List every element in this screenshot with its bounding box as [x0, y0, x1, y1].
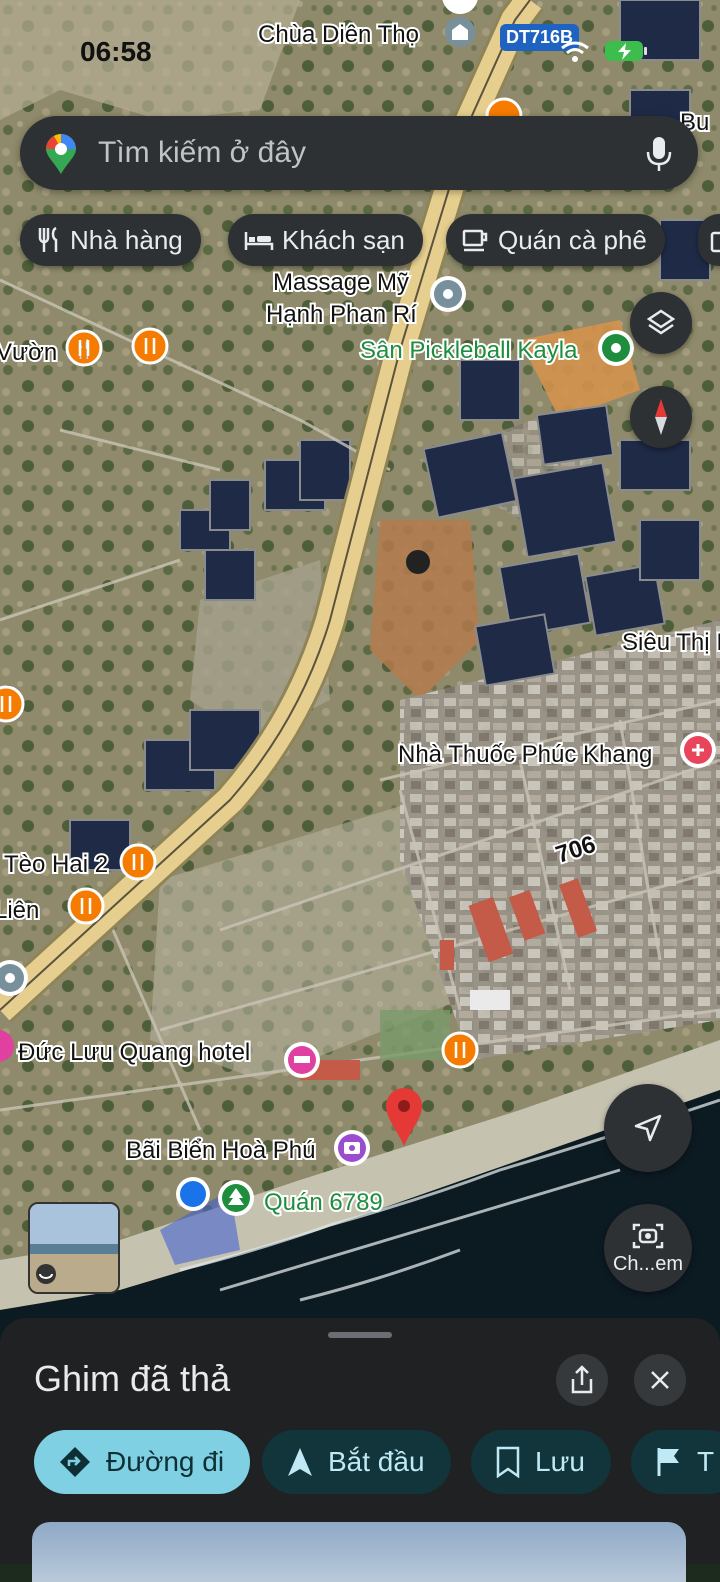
- lens-search-button[interactable]: Ch...em: [604, 1204, 692, 1292]
- place-label-massage-2[interactable]: Hạnh Phan Rí: [264, 299, 419, 330]
- place-label-sieu-thi[interactable]: Siêu Thị I: [620, 627, 720, 658]
- start-button[interactable]: Bắt đầu: [262, 1430, 451, 1494]
- coffee-cup-icon: [462, 229, 488, 252]
- start-label: Bắt đầu: [328, 1446, 425, 1477]
- share-button[interactable]: [556, 1354, 608, 1406]
- category-chips: Nhà hàng Khách sạn Quán cà phê: [20, 214, 720, 266]
- place-label-pickleball[interactable]: Sân Pickleball Kayla: [358, 335, 580, 366]
- save-label: Lưu: [535, 1446, 585, 1477]
- share-icon: [571, 1365, 593, 1394]
- park-marker-icon[interactable]: [218, 1180, 254, 1216]
- hotel-marker-icon[interactable]: [284, 1042, 320, 1078]
- compass-icon: [655, 399, 667, 435]
- chip-more[interactable]: [698, 214, 720, 266]
- sports-marker-icon[interactable]: [598, 330, 634, 366]
- svg-text:🍴: 🍴: [73, 338, 95, 360]
- place-photo-preview[interactable]: [32, 1522, 686, 1582]
- search-bar[interactable]: Tìm kiếm ở đây: [20, 116, 698, 190]
- chip-hotels[interactable]: Khách sạn: [228, 214, 423, 266]
- chip-cafes-label: Quán cà phê: [498, 224, 647, 255]
- navigation-arrow-icon: [288, 1448, 312, 1476]
- place-label-quan-6789[interactable]: Quán 6789: [262, 1187, 385, 1218]
- navigation-arrow-icon: [634, 1114, 662, 1142]
- my-location-button[interactable]: [604, 1084, 692, 1172]
- battery-charging-icon: [605, 41, 647, 61]
- pharmacy-marker-icon[interactable]: [680, 732, 716, 768]
- sheet-title: Ghim đã thả: [34, 1358, 231, 1399]
- compass-button[interactable]: [630, 386, 692, 448]
- search-placeholder[interactable]: Tìm kiếm ở đây: [98, 136, 306, 170]
- current-location-icon: [176, 1177, 210, 1211]
- flag-icon: [657, 1448, 679, 1476]
- place-label-vuon[interactable]: Vườn: [0, 337, 59, 368]
- bed-icon: [244, 232, 274, 250]
- label-button[interactable]: T: [631, 1430, 720, 1494]
- google-maps-logo-icon: [46, 134, 76, 174]
- save-button[interactable]: Lưu: [471, 1430, 611, 1494]
- microphone-icon[interactable]: [646, 136, 672, 172]
- photo-spot-marker-icon[interactable]: [334, 1130, 370, 1166]
- wifi-icon: [561, 41, 589, 62]
- camera-lens-icon: [632, 1223, 664, 1248]
- close-icon: [651, 1371, 669, 1389]
- status-bar: 06:58 DT716B: [0, 24, 720, 80]
- directions-icon: [60, 1447, 90, 1477]
- sheet-drag-handle[interactable]: [328, 1332, 392, 1338]
- spa-marker-icon[interactable]: [430, 276, 466, 312]
- label-button-label: T: [697, 1446, 715, 1477]
- status-time: 06:58: [80, 36, 152, 67]
- place-label-bai-bien[interactable]: Bãi Biển Hoà Phú: [124, 1135, 317, 1166]
- layers-button[interactable]: [630, 292, 692, 354]
- place-label-duc-luu-hotel[interactable]: Đức Lưu Quang hotel: [16, 1037, 252, 1068]
- chip-cafes[interactable]: Quán cà phê: [446, 214, 665, 266]
- bookmark-icon: [496, 1446, 520, 1478]
- shopping-icon: [710, 231, 720, 253]
- place-label-lien[interactable]: Liên: [0, 895, 41, 926]
- place-label-nha-thuoc[interactable]: Nhà Thuốc Phúc Khang: [396, 739, 654, 770]
- directions-label: Đường đi: [106, 1446, 225, 1477]
- street-view-thumbnail[interactable]: [28, 1202, 120, 1294]
- lens-button-label: Ch...em: [612, 1252, 684, 1275]
- layers-icon: [646, 309, 676, 335]
- street-view-preview-icon: [30, 1204, 118, 1292]
- place-bottom-sheet[interactable]: Ghim đã thả Đường đi Bắt đầu Lưu T: [0, 1318, 720, 1582]
- fork-knife-icon: [38, 226, 58, 252]
- place-label-massage-1[interactable]: Massage Mỹ: [271, 267, 411, 298]
- close-button[interactable]: [634, 1354, 686, 1406]
- place-label-teo-hai[interactable]: Tèo Hai 2: [2, 849, 110, 880]
- chip-hotels-label: Khách sạn: [282, 224, 405, 255]
- directions-button[interactable]: Đường đi: [34, 1430, 251, 1494]
- chip-restaurants-label: Nhà hàng: [70, 224, 183, 255]
- action-buttons-row: Đường đi Bắt đầu Lưu T: [34, 1430, 720, 1494]
- chip-restaurants[interactable]: Nhà hàng: [20, 214, 201, 266]
